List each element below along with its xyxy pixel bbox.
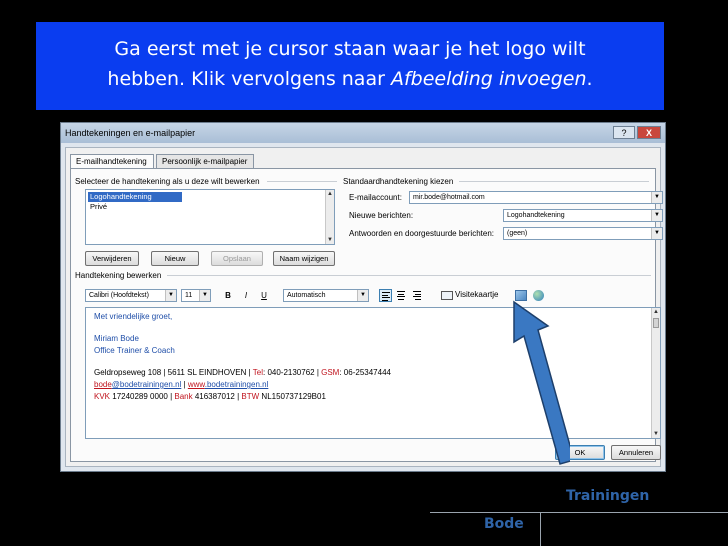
account-value: mir.bode@hotmail.com	[413, 194, 485, 201]
separator	[267, 181, 337, 182]
replies-value: (geen)	[507, 230, 528, 237]
new-messages-label: Nieuwe berichten:	[349, 211, 414, 220]
close-icon[interactable]: X	[637, 126, 661, 139]
bank-value: 416387012 |	[192, 392, 242, 401]
tab-stationery[interactable]: Persoonlijk e-mailpapier	[156, 154, 254, 168]
new-messages-select[interactable]: Logohandtekening ▼	[503, 209, 663, 222]
gsm-value: : 06-25347444	[339, 368, 391, 377]
help-icon[interactable]: ?	[613, 126, 635, 139]
align-left-icon	[382, 292, 390, 302]
signature-list[interactable]: Logohandtekening Privé ▲ ▼	[85, 189, 335, 245]
dropdown-arrow-icon[interactable]: ▼	[165, 290, 176, 301]
logo-divider	[430, 512, 728, 513]
scroll-up-icon[interactable]: ▲	[652, 308, 660, 316]
new-button[interactable]: Nieuw	[151, 251, 199, 266]
align-center-icon	[397, 291, 405, 301]
new-messages-value: Logohandtekening	[507, 212, 565, 219]
delete-button[interactable]: Verwijderen	[85, 251, 139, 266]
bold-button[interactable]: B	[223, 290, 233, 302]
signature-greeting: Met vriendelijke groet,	[94, 312, 173, 321]
tab-email-signature[interactable]: E-mailhandtekening	[70, 154, 154, 169]
banner-emphasis: Afbeelding invoegen	[390, 68, 587, 90]
align-center-button[interactable]	[395, 289, 408, 302]
separator	[167, 275, 651, 276]
font-size-select[interactable]: 11 ▼	[181, 289, 211, 302]
banner-line-2: hebben. Klik vervolgens naar Afbeelding …	[36, 64, 664, 94]
signatures-dialog: Handtekeningen en e-mailpapier ? X E-mai…	[60, 122, 666, 472]
scroll-thumb[interactable]	[653, 318, 659, 328]
list-item[interactable]: Logohandtekening	[88, 192, 182, 202]
dropdown-arrow-icon[interactable]: ▼	[651, 192, 662, 203]
account-label: E-mailaccount:	[349, 193, 402, 202]
font-select[interactable]: Calibri (Hoofdtekst) ▼	[85, 289, 177, 302]
kvk-value: 17240289 0000 |	[110, 392, 175, 401]
account-select[interactable]: mir.bode@hotmail.com ▼	[409, 191, 663, 204]
replies-select[interactable]: (geen) ▼	[503, 227, 663, 240]
align-right-icon	[413, 291, 421, 301]
logo-trainingen: Trainingen	[566, 488, 650, 504]
signature-links: bode@bodetrainingen.nl | www.bodetrainin…	[94, 380, 268, 389]
logo-divider	[540, 512, 541, 546]
align-right-button[interactable]	[411, 289, 424, 302]
align-left-button[interactable]	[379, 289, 392, 302]
logo-bode: Bode	[484, 516, 524, 532]
scroll-down-icon[interactable]: ▼	[326, 236, 334, 244]
cancel-button[interactable]: Annuleren	[611, 445, 661, 460]
dropdown-arrow-icon[interactable]: ▼	[357, 290, 368, 301]
signature-address: Geldropseweg 108 | 5611 SL EINDHOVEN | T…	[94, 368, 391, 377]
tel-value: : 040-2130762 |	[263, 368, 322, 377]
dialog-titlebar: Handtekeningen en e-mailpapier ? X	[61, 123, 665, 143]
business-card-icon[interactable]	[441, 291, 453, 300]
email-link-a[interactable]: bode	[94, 380, 112, 389]
banner-line-2-suffix: .	[586, 68, 593, 90]
rename-button[interactable]: Naam wijzigen	[273, 251, 335, 266]
dropdown-arrow-icon[interactable]: ▼	[651, 210, 662, 221]
signature-editor[interactable]: Met vriendelijke groet, Miriam Bode Offi…	[85, 307, 661, 439]
banner-line-1: Ga eerst met je cursor staan waar je het…	[114, 38, 586, 60]
italic-button[interactable]: I	[241, 290, 251, 302]
dropdown-arrow-icon[interactable]: ▼	[651, 228, 662, 239]
scrollbar[interactable]: ▲ ▼	[325, 190, 334, 244]
instruction-banner: Ga eerst met je cursor staan waar je het…	[36, 22, 664, 110]
signature-name: Miriam Bode	[94, 334, 139, 343]
scroll-up-icon[interactable]: ▲	[326, 190, 334, 198]
bank-label: Bank	[174, 392, 193, 401]
editor-scrollbar[interactable]: ▲ ▼	[651, 308, 660, 438]
font-size-value: 11	[185, 292, 193, 299]
web-link-a[interactable]: www	[188, 380, 205, 389]
font-color-select[interactable]: Automatisch ▼	[283, 289, 369, 302]
default-signature-label: Standaardhandtekening kiezen	[343, 177, 454, 186]
email-link-b[interactable]: @bodetrainingen.nl	[112, 380, 182, 389]
btw-label: BTW	[241, 392, 260, 401]
btw-value: NL150737129B01	[259, 392, 326, 401]
dialog-body: E-mailhandtekening Persoonlijk e-mailpap…	[65, 147, 663, 467]
web-link-b[interactable]: .bodetrainingen.nl	[205, 380, 269, 389]
kvk-label: KVK	[94, 392, 111, 401]
address-text: Geldropseweg 108 | 5611 SL EINDHOVEN |	[94, 368, 253, 377]
replies-label: Antwoorden en doorgestuurde berichten:	[349, 229, 494, 238]
arrow-shape	[513, 300, 570, 465]
tel-label: Tel	[252, 368, 263, 377]
scroll-down-icon[interactable]: ▼	[652, 430, 660, 438]
dropdown-arrow-icon[interactable]: ▼	[199, 290, 210, 301]
underline-button[interactable]: U	[259, 290, 269, 302]
banner-line-2-text: hebben. Klik vervolgens naar	[107, 68, 391, 90]
dialog-title: Handtekeningen en e-mailpapier	[65, 128, 196, 138]
edit-signature-label: Handtekening bewerken	[75, 271, 162, 280]
save-button[interactable]: Opslaan	[211, 251, 263, 266]
font-value: Calibri (Hoofdtekst)	[89, 292, 149, 299]
gsm-label: GSM	[321, 368, 340, 377]
separator	[459, 181, 649, 182]
list-item[interactable]: Privé	[88, 202, 109, 212]
signature-registration: KVK 17240289 0000 | Bank 416387012 | BTW…	[94, 392, 326, 401]
select-signature-label: Selecteer de handtekening als u deze wil…	[75, 177, 260, 186]
font-color-value: Automatisch	[287, 292, 326, 299]
pointer-arrow	[513, 300, 570, 465]
signature-role: Office Trainer & Coach	[94, 346, 175, 355]
